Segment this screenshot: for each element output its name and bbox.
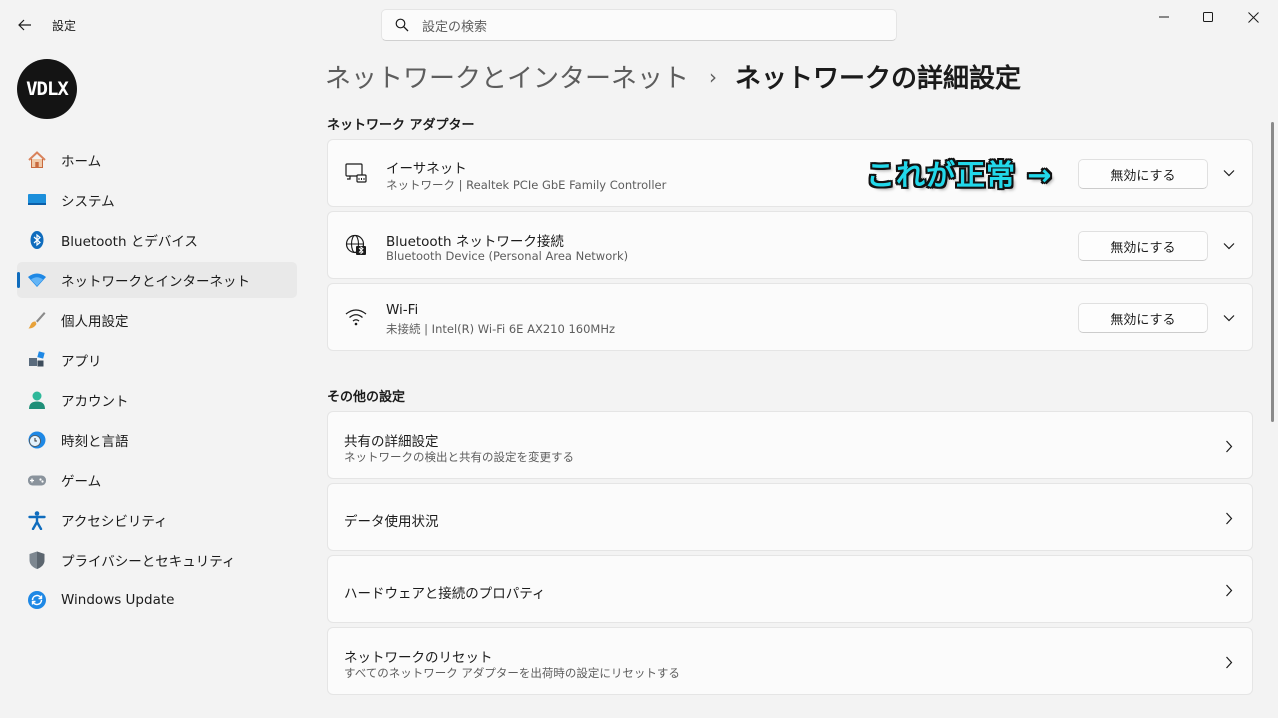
sidebar-item-label: Bluetooth とデバイス bbox=[61, 234, 198, 250]
sidebar-item-label: アカウント bbox=[61, 394, 129, 410]
adapter-title: Wi-Fi bbox=[386, 302, 419, 318]
page-title: ネットワークの詳細設定 bbox=[735, 64, 1022, 94]
sidebar-item-home[interactable]: ホーム bbox=[17, 142, 297, 178]
apps-icon bbox=[27, 350, 47, 370]
disable-button[interactable]: 無効にする bbox=[1078, 159, 1208, 189]
settings-link-data-usage[interactable]: データ使用状況 bbox=[327, 483, 1253, 551]
home-icon bbox=[27, 150, 47, 170]
adapter-subtitle: Bluetooth Device (Personal Area Network) bbox=[386, 249, 629, 263]
adapter-card-wifi[interactable]: Wi-Fi 未接続 | Intel(R) Wi-Fi 6E AX210 160M… bbox=[327, 283, 1253, 351]
chevron-right-icon bbox=[1218, 435, 1240, 457]
close-button[interactable] bbox=[1230, 0, 1276, 34]
sidebar-item-label: 時刻と言語 bbox=[61, 434, 129, 450]
app-title: 設定 bbox=[52, 19, 77, 33]
sidebar-item-windows-update[interactable]: Windows Update bbox=[17, 582, 297, 618]
settings-link-subtitle: すべてのネットワーク アダプターを出荷時の設定にリセットする bbox=[344, 666, 680, 680]
network-icon bbox=[27, 270, 47, 290]
ethernet-icon bbox=[344, 161, 368, 185]
maximize-button[interactable] bbox=[1185, 0, 1231, 34]
account-icon bbox=[27, 390, 47, 410]
annotation-label: これが正常 → bbox=[866, 158, 1053, 192]
sidebar-item-label: 個人用設定 bbox=[61, 314, 129, 330]
sidebar-item-accounts[interactable]: アカウント bbox=[17, 382, 297, 418]
sidebar-item-system[interactable]: システム bbox=[17, 182, 297, 218]
disable-button[interactable]: 無効にする bbox=[1078, 303, 1208, 333]
wifi-icon bbox=[344, 305, 368, 329]
settings-link-title: データ使用状況 bbox=[344, 514, 439, 530]
time-language-icon bbox=[27, 430, 47, 450]
adapter-title: イーサネット bbox=[386, 161, 467, 177]
avatar-text: VDLX bbox=[26, 78, 69, 100]
settings-link-advanced-sharing[interactable]: 共有の詳細設定 ネットワークの検出と共有の設定を変更する bbox=[327, 411, 1253, 479]
sidebar-item-label: プライバシーとセキュリティ bbox=[61, 554, 236, 570]
sidebar-item-label: システム bbox=[61, 194, 115, 210]
sidebar-item-label: アクセシビリティ bbox=[61, 514, 168, 530]
sidebar-item-privacy[interactable]: プライバシーとセキュリティ bbox=[17, 542, 297, 578]
breadcrumb-separator: › bbox=[709, 64, 718, 89]
system-icon bbox=[27, 190, 47, 210]
minimize-button[interactable] bbox=[1141, 0, 1187, 34]
sidebar-item-label: ネットワークとインターネット bbox=[61, 274, 250, 290]
chevron-right-icon bbox=[1218, 651, 1240, 673]
search-placeholder: 設定の検索 bbox=[422, 19, 488, 35]
close-icon bbox=[1247, 11, 1259, 23]
sidebar-item-bluetooth[interactable]: Bluetooth とデバイス bbox=[17, 222, 297, 258]
search-box[interactable]: 設定の検索 bbox=[381, 9, 897, 41]
adapter-card-ethernet[interactable]: イーサネット ネットワーク | Realtek PCIe GbE Family … bbox=[327, 139, 1253, 207]
sidebar-item-label: ゲーム bbox=[61, 474, 102, 490]
sidebar-item-gaming[interactable]: ゲーム bbox=[17, 462, 297, 498]
back-arrow-icon bbox=[18, 19, 31, 31]
settings-link-subtitle: ネットワークの検出と共有の設定を変更する bbox=[344, 450, 574, 464]
avatar[interactable]: VDLX bbox=[17, 59, 77, 119]
sidebar-item-label: アプリ bbox=[61, 354, 102, 370]
chevron-right-icon bbox=[1218, 507, 1240, 529]
adapter-card-bluetooth[interactable]: Bluetooth ネットワーク接続 Bluetooth Device (Per… bbox=[327, 211, 1253, 279]
sidebar-nav: ホーム システム Bluetooth とデバイス ネットワークとインターネット bbox=[17, 142, 297, 622]
sidebar-item-apps[interactable]: アプリ bbox=[17, 342, 297, 378]
shield-icon bbox=[27, 550, 47, 570]
bluetooth-network-icon bbox=[344, 233, 368, 257]
search-icon bbox=[382, 18, 422, 32]
sidebar-item-accessibility[interactable]: アクセシビリティ bbox=[17, 502, 297, 538]
settings-link-title: 共有の詳細設定 bbox=[344, 434, 439, 450]
minimize-icon bbox=[1159, 16, 1169, 18]
expand-button[interactable] bbox=[1216, 233, 1242, 259]
breadcrumb-parent-link[interactable]: ネットワークとインターネット bbox=[325, 58, 689, 95]
back-button[interactable] bbox=[10, 10, 40, 40]
maximize-icon bbox=[1203, 12, 1213, 22]
title-bar: 設定 設定の検索 bbox=[0, 0, 1278, 48]
settings-link-title: ハードウェアと接続のプロパティ bbox=[344, 586, 546, 602]
chevron-down-icon bbox=[1223, 315, 1235, 322]
chevron-down-icon bbox=[1223, 170, 1235, 177]
adapter-subtitle: ネットワーク | Realtek PCIe GbE Family Control… bbox=[386, 178, 667, 192]
sidebar-item-label: ホーム bbox=[61, 154, 102, 170]
brush-icon bbox=[27, 310, 47, 330]
sidebar-item-label: Windows Update bbox=[61, 592, 175, 608]
other-settings-heading: その他の設定 bbox=[327, 390, 406, 405]
breadcrumb: ネットワークとインターネット › ネットワークの詳細設定 bbox=[325, 58, 1021, 95]
gamepad-icon bbox=[27, 470, 47, 490]
accessibility-icon bbox=[27, 510, 47, 530]
chevron-down-icon bbox=[1223, 243, 1235, 250]
expand-button[interactable] bbox=[1216, 305, 1242, 331]
expand-button[interactable] bbox=[1216, 160, 1242, 186]
settings-link-hardware-properties[interactable]: ハードウェアと接続のプロパティ bbox=[327, 555, 1253, 623]
sidebar-item-time-language[interactable]: 時刻と言語 bbox=[17, 422, 297, 458]
sidebar-item-network[interactable]: ネットワークとインターネット bbox=[17, 262, 297, 298]
network-adapters-heading: ネットワーク アダプター bbox=[327, 118, 475, 133]
bluetooth-icon bbox=[27, 230, 47, 250]
adapter-subtitle: 未接続 | Intel(R) Wi-Fi 6E AX210 160MHz bbox=[386, 322, 616, 336]
windows-update-icon bbox=[27, 590, 47, 610]
settings-link-network-reset[interactable]: ネットワークのリセット すべてのネットワーク アダプターを出荷時の設定にリセット… bbox=[327, 627, 1253, 695]
adapter-title: Bluetooth ネットワーク接続 bbox=[386, 234, 564, 250]
disable-button[interactable]: 無効にする bbox=[1078, 231, 1208, 261]
sidebar-item-personalization[interactable]: 個人用設定 bbox=[17, 302, 297, 338]
vertical-scrollbar[interactable] bbox=[1271, 122, 1274, 422]
settings-link-title: ネットワークのリセット bbox=[344, 650, 493, 666]
chevron-right-icon bbox=[1218, 579, 1240, 601]
